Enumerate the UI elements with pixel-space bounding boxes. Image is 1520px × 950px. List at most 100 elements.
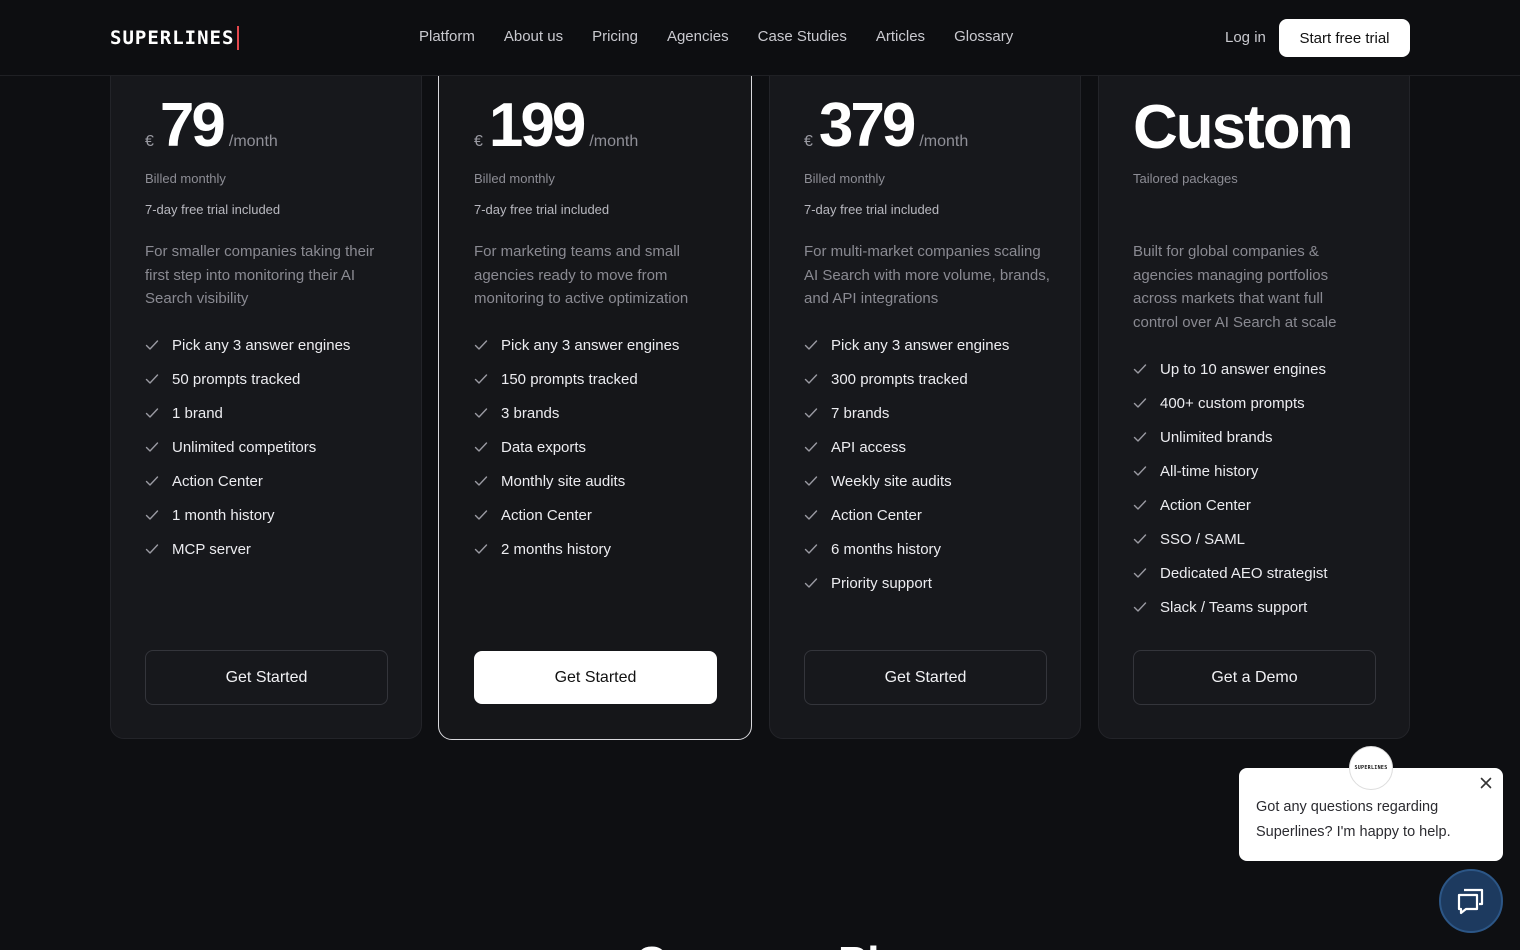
check-icon <box>1133 534 1147 544</box>
check-icon <box>804 408 818 418</box>
check-icon <box>804 476 818 486</box>
plan-description: For marketing teams and small agencies r… <box>474 243 689 307</box>
feature-item: MCP server <box>145 532 350 566</box>
chat-launcher-button[interactable] <box>1439 869 1503 933</box>
check-icon <box>1133 466 1147 476</box>
check-icon <box>804 544 818 554</box>
nav-link-about-us[interactable]: About us <box>504 28 563 45</box>
feature-item: Monthly site audits <box>474 464 679 498</box>
plan-title: Custom <box>1133 93 1354 162</box>
price-period: /month <box>589 133 639 150</box>
top-navigation: SUPERLINES Platform About us Pricing Age… <box>0 0 1520 76</box>
feature-label: 2 months history <box>501 540 612 558</box>
check-icon <box>145 476 159 486</box>
get-a-demo-button[interactable]: Get a Demo <box>1133 650 1376 705</box>
feature-label: Pick any 3 answer engines <box>501 336 680 354</box>
feature-label: Action Center <box>172 472 263 490</box>
nav-link-platform[interactable]: Platform <box>419 28 475 45</box>
check-icon <box>1133 398 1147 408</box>
close-icon[interactable] <box>1478 775 1494 791</box>
feature-item: SSO / SAML <box>1133 522 1328 556</box>
feature-item: Dedicated AEO strategist <box>1133 556 1328 590</box>
get-started-button[interactable]: Get Started <box>804 650 1047 705</box>
check-icon <box>1133 568 1147 578</box>
feature-label: 7 brands <box>831 404 890 422</box>
feature-item: Pick any 3 answer engines <box>145 328 350 362</box>
feature-item: Pick any 3 answer engines <box>804 328 1009 362</box>
nav-link-glossary[interactable]: Glossary <box>954 28 1013 45</box>
avatar-logo-text: SUPERLINES <box>1354 765 1388 771</box>
check-icon <box>474 340 488 350</box>
login-link[interactable]: Log in <box>1225 29 1266 46</box>
feature-label: 300 prompts tracked <box>831 370 968 388</box>
get-started-button[interactable]: Get Started <box>145 650 388 705</box>
feature-item: Slack / Teams support <box>1133 590 1328 624</box>
feature-label: Up to 10 answer engines <box>1160 360 1326 378</box>
check-icon <box>474 544 488 554</box>
feature-item: 1 month history <box>145 498 350 532</box>
feature-item: Priority support <box>804 566 1009 600</box>
feature-label: Weekly site audits <box>831 472 952 490</box>
feature-label: Dedicated AEO strategist <box>1160 564 1328 582</box>
plan-description: For multi-market companies scaling AI Se… <box>804 243 1050 307</box>
feature-label: Action Center <box>831 506 922 524</box>
logo-accent-bar <box>237 26 240 50</box>
check-icon <box>145 510 159 520</box>
logo-text: SUPERLINES <box>110 27 235 49</box>
feature-label: Unlimited brands <box>1160 428 1273 446</box>
trial-note: 7-day free trial included <box>145 202 281 217</box>
feature-item: 7 brands <box>804 396 1009 430</box>
feature-label: Pick any 3 answer engines <box>172 336 351 354</box>
pricing-card-scale: € 379 /month Billed monthly 7-day free t… <box>769 40 1081 739</box>
feature-label: API access <box>831 438 907 456</box>
feature-list: Up to 10 answer engines 400+ custom promp… <box>1133 352 1328 624</box>
section-heading-partial: Compare Pl <box>635 938 880 950</box>
feature-item: Action Center <box>804 498 1009 532</box>
feature-list: Pick any 3 answer engines 150 prompts tra… <box>474 328 679 566</box>
currency-symbol: € <box>804 133 813 150</box>
nav-link-pricing[interactable]: Pricing <box>592 28 638 45</box>
check-icon <box>474 510 488 520</box>
feature-label: Action Center <box>1160 496 1251 514</box>
feature-item: Up to 10 answer engines <box>1133 352 1328 386</box>
feature-label: Slack / Teams support <box>1160 598 1308 616</box>
feature-item: Data exports <box>474 430 679 464</box>
check-icon <box>474 374 488 384</box>
billing-note: Tailored packages <box>1133 171 1238 186</box>
feature-item: Unlimited brands <box>1133 420 1328 454</box>
check-icon <box>804 510 818 520</box>
check-icon <box>1133 500 1147 510</box>
billing-note: Billed monthly <box>145 171 226 186</box>
price-row: € 379 /month <box>804 95 968 157</box>
trial-note: 7-day free trial included <box>474 202 610 217</box>
check-icon <box>1133 432 1147 442</box>
plan-description: Built for global companies & agencies ma… <box>1133 243 1337 331</box>
pricing-card-growth: € 199 /month Billed monthly 7-day free t… <box>438 38 752 740</box>
price-period: /month <box>919 133 969 150</box>
nav-link-articles[interactable]: Articles <box>876 28 925 45</box>
pricing-card-custom: Custom Tailored packages Built for globa… <box>1098 40 1410 739</box>
feature-label: 400+ custom prompts <box>1160 394 1305 412</box>
chat-agent-avatar: SUPERLINES <box>1349 746 1393 790</box>
chat-bubbles-icon <box>1457 888 1484 915</box>
feature-item: All-time history <box>1133 454 1328 488</box>
nav-link-agencies[interactable]: Agencies <box>667 28 729 45</box>
feature-item: 50 prompts tracked <box>145 362 350 396</box>
feature-label: Pick any 3 answer engines <box>831 336 1010 354</box>
nav-link-case-studies[interactable]: Case Studies <box>758 28 847 45</box>
feature-label: 3 brands <box>501 404 560 422</box>
check-icon <box>804 374 818 384</box>
get-started-button[interactable]: Get Started <box>474 651 717 704</box>
feature-label: All-time history <box>1160 462 1259 480</box>
check-icon <box>1133 364 1147 374</box>
price-row: € 79 /month <box>145 95 278 157</box>
start-free-trial-button[interactable]: Start free trial <box>1279 19 1410 57</box>
feature-item: 150 prompts tracked <box>474 362 679 396</box>
chat-message: Got any questions regarding Superlines? … <box>1256 799 1451 840</box>
superlines-logo[interactable]: SUPERLINES <box>110 26 240 50</box>
feature-item: 6 months history <box>804 532 1009 566</box>
check-icon <box>145 442 159 452</box>
check-icon <box>474 476 488 486</box>
feature-item: Action Center <box>474 498 679 532</box>
feature-label: Action Center <box>501 506 592 524</box>
